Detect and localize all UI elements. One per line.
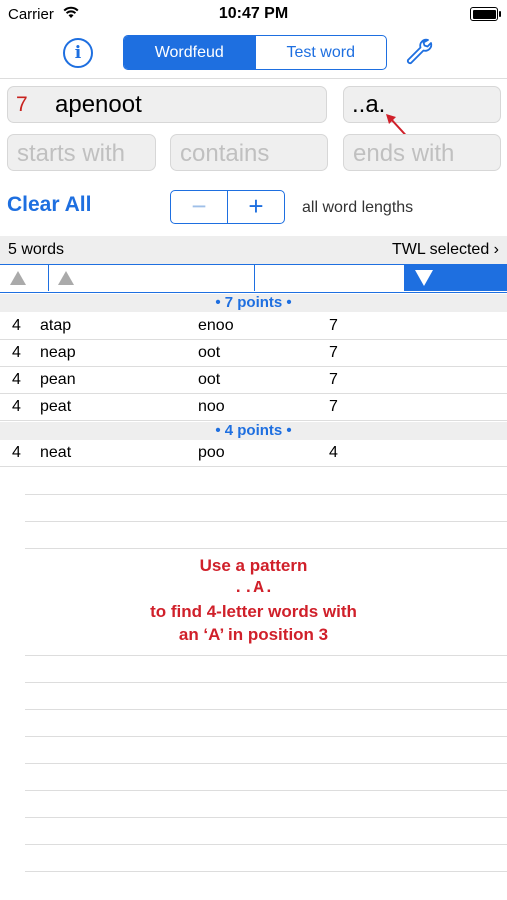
table-row[interactable]: 4 peat noo 7	[0, 394, 507, 421]
empty-row-divider	[25, 790, 507, 791]
word: pean	[40, 371, 76, 388]
remaining-letters: poo	[198, 444, 225, 461]
results-header: 5 words TWL selected ›	[0, 236, 507, 265]
word-points: 7	[329, 317, 338, 334]
word-count: 5 words	[8, 241, 65, 258]
letter-count: 7	[16, 93, 28, 116]
sort-word-column[interactable]	[49, 265, 255, 291]
hint-line-4: an ‘A’ in position 3	[178, 625, 329, 644]
word: peat	[40, 398, 72, 415]
dictionary-label: TWL selected	[392, 241, 490, 258]
empty-row-divider	[25, 763, 507, 764]
wrench-icon[interactable]	[404, 37, 434, 67]
clear-all-button[interactable]: Clear All	[7, 193, 91, 217]
contains-placeholder: contains	[180, 140, 270, 167]
word-points: 4	[329, 444, 338, 461]
empty-row-divider	[25, 709, 507, 710]
word-length: 4	[12, 444, 21, 461]
ends-with-placeholder: ends with	[353, 140, 455, 167]
remaining-letters: noo	[198, 398, 225, 415]
sort-ascending-icon	[10, 271, 26, 285]
empty-row-divider	[25, 494, 507, 495]
word: atap	[40, 317, 72, 334]
empty-row-divider	[25, 655, 507, 656]
empty-row-divider	[25, 871, 507, 872]
hint-pattern: ..A.	[233, 579, 274, 598]
remaining-letters: enoo	[198, 317, 234, 334]
sort-bar	[0, 264, 507, 293]
mode-segmented-control: Wordfeud Test word	[123, 35, 387, 70]
remaining-letters: oot	[198, 371, 221, 388]
dictionary-selector[interactable]: TWL selected ›	[392, 241, 499, 259]
letters-field[interactable]: 7 apenoot	[7, 86, 327, 123]
hint-line-1: Use a pattern	[199, 556, 308, 575]
sort-descending-icon	[415, 270, 433, 286]
word-length: 4	[12, 398, 21, 415]
letters-value: apenoot	[55, 91, 142, 118]
sort-remaining-column[interactable]	[255, 265, 405, 291]
contains-field[interactable]: contains	[170, 134, 328, 171]
segment-wordfeud[interactable]: Wordfeud	[124, 36, 255, 69]
toolbar: i Wordfeud Test word	[0, 28, 507, 79]
empty-row-divider	[25, 844, 507, 845]
decrease-length-button[interactable]: −	[171, 191, 228, 223]
word-lengths-label: all word lengths	[302, 199, 414, 216]
sort-ascending-icon	[58, 271, 74, 285]
remaining-letters: oot	[198, 344, 221, 361]
empty-row-divider	[25, 548, 507, 549]
status-bar: Carrier 10:47 PM	[0, 0, 507, 28]
empty-row-divider	[25, 817, 507, 818]
hint-line-3: to find 4-letter words with	[150, 602, 357, 621]
empty-row-divider	[25, 682, 507, 683]
length-stepper: − +	[170, 190, 285, 224]
group-header: • 7 points •	[0, 294, 507, 312]
word-length: 4	[12, 344, 21, 361]
starts-with-field[interactable]: starts with	[7, 134, 156, 171]
word-points: 7	[329, 371, 338, 388]
chevron-right-icon: ›	[493, 241, 499, 258]
word-points: 7	[329, 398, 338, 415]
sort-points-column[interactable]	[405, 265, 507, 291]
clock: 10:47 PM	[218, 5, 289, 22]
starts-with-placeholder: starts with	[17, 140, 126, 167]
battery-icon	[470, 7, 501, 21]
table-row[interactable]: 4 neat poo 4	[0, 440, 507, 467]
word-length: 4	[12, 371, 21, 388]
segment-test-word[interactable]: Test word	[254, 36, 387, 69]
empty-row-divider	[25, 736, 507, 737]
table-row[interactable]: 4 atap enoo 7	[0, 313, 507, 340]
table-row[interactable]: 4 pean oot 7	[0, 367, 507, 394]
word-length: 4	[12, 317, 21, 334]
increase-length-button[interactable]: +	[228, 191, 284, 223]
ends-with-field[interactable]: ends with	[343, 134, 501, 171]
group-header: • 4 points •	[0, 422, 507, 440]
table-row[interactable]: 4 neap oot 7	[0, 340, 507, 367]
empty-row-divider	[25, 521, 507, 522]
pattern-field[interactable]: ..a.	[343, 86, 501, 123]
word-points: 7	[329, 344, 338, 361]
info-icon[interactable]: i	[63, 38, 93, 68]
sort-length-column[interactable]	[0, 265, 49, 291]
word: neap	[40, 344, 76, 361]
word: neat	[40, 444, 72, 461]
